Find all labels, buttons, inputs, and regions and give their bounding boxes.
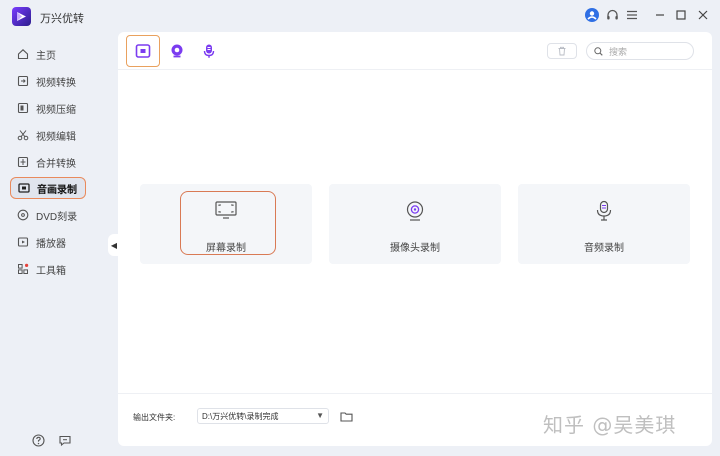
sidebar-item-merge[interactable]: 合并转换 [10, 151, 86, 173]
user-avatar-icon[interactable] [584, 7, 600, 23]
sidebar-item-home[interactable]: 主页 [10, 43, 86, 65]
delete-button[interactable] [547, 43, 577, 59]
sidebar-item-label: 视频编辑 [36, 131, 76, 143]
trash-icon [558, 46, 566, 56]
sidebar-item-dvd[interactable]: DVD刻录 [10, 204, 86, 226]
minimize-icon[interactable] [652, 7, 668, 23]
tab-webcam-record[interactable] [160, 35, 194, 67]
maximize-icon[interactable] [673, 7, 689, 23]
search-input[interactable]: 搜索 [586, 42, 694, 60]
webcam-icon [171, 44, 183, 58]
output-path-select[interactable]: D:\万兴优转\录制完成 ▼ [197, 408, 329, 424]
merge-icon [16, 155, 30, 169]
sidebar-item-label: 合并转换 [36, 158, 76, 170]
player-icon [16, 235, 30, 249]
search-placeholder: 搜索 [609, 46, 628, 57]
sidebar-item-label: 音画录制 [37, 184, 77, 196]
open-folder-button[interactable] [339, 409, 353, 423]
toolbox-icon [16, 262, 30, 276]
sidebar-item-label: 视频压缩 [36, 104, 76, 116]
main-panel: 搜索 屏幕录制 摄像头录制 音频录制 输出文件夹: D:\万兴优转\录制完成 ▼ [118, 32, 712, 446]
record-icon [17, 181, 31, 195]
menu-icon[interactable] [624, 7, 640, 23]
sidebar-item-label: 工具箱 [36, 265, 66, 277]
sidebar-item-video-edit[interactable]: 视频编辑 [10, 124, 86, 146]
search-icon [594, 46, 603, 56]
sidebar-item-video-convert[interactable]: 视频转换 [10, 70, 86, 92]
card-label: 摄像头录制 [390, 243, 440, 254]
disc-icon [16, 208, 30, 222]
chevron-down-icon: ▼ [316, 411, 324, 420]
card-label: 音频录制 [584, 243, 624, 254]
app-logo [12, 7, 31, 26]
sidebar-item-label: 播放器 [36, 238, 66, 250]
screen-record-card-highlight [180, 191, 276, 255]
title-bar: 万兴优转 [0, 0, 720, 32]
sidebar: 主页 视频转换 视频压缩 视频编辑 合并转换 音画录制 DVD刻录 播放器 工具… [0, 40, 112, 456]
convert-icon [16, 74, 30, 88]
sidebar-item-record[interactable]: 音画录制 [10, 177, 86, 199]
watermark: 知乎 @吴美琪 [543, 413, 677, 437]
sidebar-item-label: 主页 [36, 50, 56, 62]
sidebar-item-label: 视频转换 [36, 77, 76, 89]
sidebar-item-player[interactable]: 播放器 [10, 231, 86, 253]
feedback-icon[interactable] [57, 432, 73, 448]
webcam-icon [329, 200, 501, 222]
sidebar-item-toolbox[interactable]: 工具箱 [10, 258, 86, 280]
record-toolbar: 搜索 [118, 32, 712, 70]
tab-screen-record[interactable] [126, 35, 160, 67]
app-title: 万兴优转 [40, 13, 84, 25]
tab-audio-record[interactable] [192, 35, 226, 67]
compress-icon [16, 101, 30, 115]
webcam-record-card[interactable]: 摄像头录制 [329, 184, 501, 264]
home-icon [16, 47, 30, 61]
audio-record-card[interactable]: 音频录制 [518, 184, 690, 264]
microphone-icon [203, 44, 215, 58]
sidebar-item-video-compress[interactable]: 视频压缩 [10, 97, 86, 119]
chevron-left-icon: ◀ [110, 240, 118, 250]
output-path-value: D:\万兴优转\录制完成 [202, 411, 279, 421]
screen-record-icon [135, 44, 151, 58]
folder-icon [339, 411, 353, 422]
output-folder-label: 输出文件夹: [133, 413, 176, 422]
headset-icon[interactable] [604, 7, 620, 23]
close-icon[interactable] [695, 7, 711, 23]
sidebar-item-label: DVD刻录 [36, 211, 78, 223]
microphone-icon [518, 200, 690, 222]
scissors-icon [16, 128, 30, 142]
help-icon[interactable] [30, 432, 46, 448]
